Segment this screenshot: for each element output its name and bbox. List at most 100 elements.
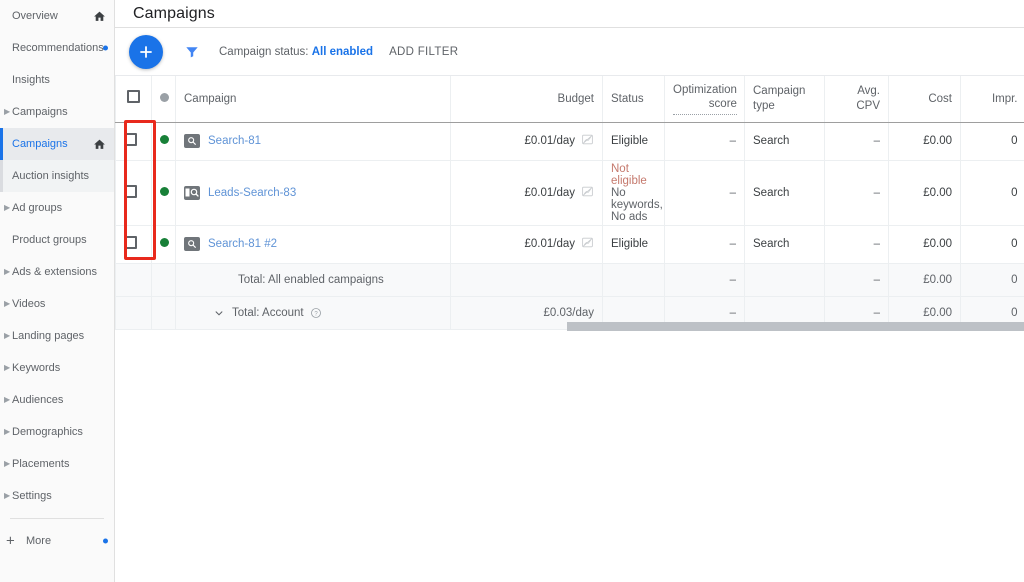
sidebar-item-settings[interactable]: ▶ Settings — [0, 480, 114, 512]
expand-arrow-icon: ▶ — [4, 459, 11, 468]
notification-dot-icon — [103, 45, 108, 51]
status-text: Eligible — [611, 135, 649, 147]
sidebar-item-videos[interactable]: ▶ Videos — [0, 288, 114, 320]
sidebar-item-campaigns[interactable]: ▶ Campaigns — [0, 96, 114, 128]
row-checkbox[interactable] — [124, 133, 137, 146]
table-row[interactable]: Search-81 £0.01/day Eligible – Search – £0.00 0 — [115, 122, 1024, 161]
row-status-dot-cell — [151, 160, 176, 226]
avg-cpv-cell: – — [824, 225, 889, 264]
sidebar-item-recommendations[interactable]: Recommendations — [0, 32, 114, 64]
status-detail-text: No keywords, No ads — [611, 186, 663, 223]
expand-arrow-icon: ▶ — [4, 363, 11, 372]
sidebar-item-demographics[interactable]: ▶ Demographics — [0, 416, 114, 448]
nav-list: Overview Recommendations Insights ▶ Campaign… — [0, 0, 114, 512]
sidebar-item-landing-pages[interactable]: ▶ Landing pages — [0, 320, 114, 352]
sidebar-item-more[interactable]: + More — [0, 525, 114, 557]
plus-icon: + — [6, 532, 15, 550]
column-header-budget[interactable]: Budget — [450, 76, 603, 123]
sidebar-item-placements[interactable]: ▶ Placements — [0, 448, 114, 480]
column-header-cost[interactable]: Cost — [888, 76, 961, 123]
budget-cell[interactable]: £0.01/day — [450, 225, 603, 264]
campaign-name-link[interactable]: Leads-Search-83 — [208, 187, 296, 199]
select-all-checkbox[interactable] — [127, 90, 140, 104]
status-text: Eligible — [611, 238, 649, 250]
row-select-cell — [115, 122, 152, 161]
campaign-name-cell: Leads-Search-83 — [175, 160, 451, 226]
campaign-name-link[interactable]: Search-81 #2 — [208, 238, 277, 250]
google-ads-campaigns-page: Overview Recommendations Insights ▶ Campaign… — [0, 0, 1024, 582]
table-body: Search-81 £0.01/day Eligible – Search – £0.00 0… — [115, 122, 1024, 330]
no-chart-icon — [581, 185, 594, 201]
sidebar-item-auction-insights[interactable]: Auction insights — [0, 160, 114, 192]
campaign-name-link[interactable]: Search-81 — [208, 135, 261, 147]
total-label-cell: Total: All enabled campaigns — [175, 263, 451, 297]
budget-cell[interactable]: £0.01/day — [450, 122, 603, 161]
search-campaign-icon — [184, 237, 200, 251]
column-header-optimization-score[interactable]: Optimization score — [664, 76, 745, 123]
sidebar-item-ad-groups[interactable]: ▶ Ad groups — [0, 192, 114, 224]
table-row[interactable]: Leads-Search-83 £0.01/day Not eligible No k… — [115, 160, 1024, 226]
budget-value: £0.01/day — [524, 238, 575, 250]
type-line-1: Campaign — [753, 85, 806, 98]
leads-campaign-icon — [184, 185, 200, 200]
optimization-score-label: Optimization score — [673, 83, 737, 115]
budget-value: £0.01/day — [524, 135, 575, 147]
filter-chip-prefix: Campaign status: — [219, 45, 309, 58]
campaigns-table: Campaign Budget Status Optimization scor… — [115, 76, 1024, 330]
total-spacer-cell — [115, 263, 152, 297]
total-label-cell[interactable]: Total: Account? — [175, 296, 451, 330]
sidebar-item-campaigns[interactable]: Campaigns — [0, 128, 114, 160]
table-row[interactable]: Search-81 #2 £0.01/day Eligible – Search – £0.… — [115, 225, 1024, 264]
status-cell: Eligible — [602, 225, 665, 264]
total-campaign-type-cell — [744, 263, 825, 297]
sidebar-item-label: More — [26, 535, 52, 547]
row-checkbox[interactable] — [124, 184, 137, 198]
add-filter-button[interactable]: ADD FILTER — [389, 46, 458, 58]
column-header-campaign-type[interactable]: Campaign type — [744, 76, 825, 123]
campaign-name-cell: Search-81 — [175, 122, 451, 161]
column-header-status[interactable]: Status — [602, 76, 665, 123]
impressions-cell: 0 — [960, 122, 1024, 161]
status-cell: Eligible — [602, 122, 665, 161]
sidebar-item-ads-extensions[interactable]: ▶ Ads & extensions — [0, 256, 114, 288]
row-checkbox[interactable] — [124, 236, 137, 249]
expand-arrow-icon: ▶ — [4, 267, 11, 276]
expand-arrow-icon: ▶ — [4, 203, 11, 212]
toolbar: Campaign status: All enabled ADD FILTER — [115, 28, 1024, 76]
sidebar-item-keywords[interactable]: ▶ Keywords — [0, 352, 114, 384]
total-spacer-dot-cell — [151, 296, 176, 330]
budget-cell[interactable]: £0.01/day — [450, 160, 603, 226]
cost-cell: £0.00 — [888, 122, 961, 161]
sidebar-item-insights[interactable]: Insights — [0, 64, 114, 96]
column-header-impressions[interactable]: Impr. — [960, 76, 1024, 123]
total-status-cell — [602, 263, 665, 297]
svg-text:?: ? — [314, 311, 318, 317]
sidebar-item-product-groups[interactable]: Product groups — [0, 224, 114, 256]
left-navigation-sidebar: Overview Recommendations Insights ▶ Campaign… — [0, 0, 115, 582]
type-line-2: type — [753, 99, 775, 112]
campaign-name-cell: Search-81 #2 — [175, 225, 451, 264]
column-header-avg-cpv[interactable]: Avg. CPV — [824, 76, 889, 123]
chevron-down-icon — [215, 310, 223, 315]
expand-arrow-icon: ▶ — [4, 395, 11, 404]
sidebar-item-audiences[interactable]: ▶ Audiences — [0, 384, 114, 416]
sidebar-item-label: Ads & extensions — [12, 266, 97, 278]
row-select-cell — [115, 225, 152, 264]
sidebar-item-label: Videos — [12, 298, 46, 310]
total-avg-cpv-cell: – — [824, 263, 889, 297]
filter-icon[interactable] — [185, 45, 199, 59]
table-header: Campaign Budget Status Optimization scor… — [115, 76, 1024, 123]
page-title: Campaigns — [133, 4, 215, 22]
column-header-campaign[interactable]: Campaign — [175, 76, 451, 123]
new-campaign-button[interactable] — [129, 34, 163, 69]
sidebar-item-label: Placements — [12, 458, 70, 470]
status-indicator-icon — [160, 92, 169, 102]
status-text: Not eligible — [611, 162, 647, 187]
sidebar-item-label: Auction insights — [12, 170, 90, 182]
campaign-status-filter-chip[interactable]: Campaign status: All enabled — [219, 46, 373, 58]
page-header: Campaigns — [115, 0, 1024, 28]
sidebar-item-overview[interactable]: Overview — [0, 0, 114, 32]
horizontal-scrollbar[interactable] — [567, 322, 1024, 331]
main-content: Campaigns Campaign status: All enabled A… — [115, 0, 1024, 582]
total-impressions-cell: 0 — [960, 263, 1024, 297]
